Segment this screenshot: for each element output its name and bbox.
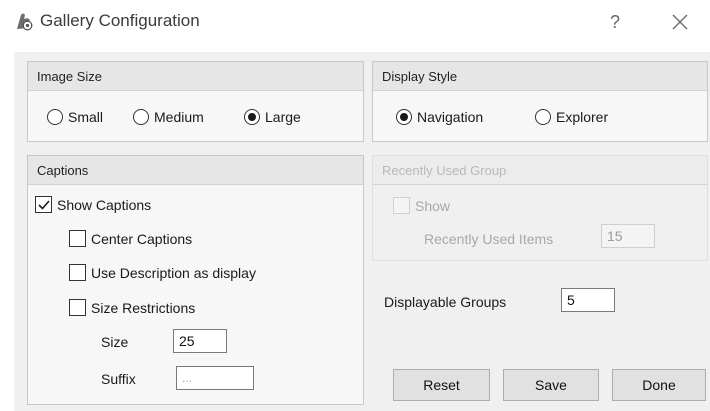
radio-navigation-label: Navigation bbox=[417, 109, 484, 125]
center-captions-label: Center Captions bbox=[91, 230, 193, 247]
center-captions-box[interactable] bbox=[69, 230, 86, 247]
checkmark-icon bbox=[37, 199, 50, 210]
suffix-label: Suffix bbox=[101, 371, 136, 387]
use-description-label: Use Description as display bbox=[91, 264, 256, 281]
radio-navigation-circle[interactable] bbox=[396, 109, 412, 125]
save-button[interactable]: Save bbox=[503, 369, 599, 401]
gallery-config-icon bbox=[17, 13, 33, 31]
done-button[interactable]: Done bbox=[612, 369, 706, 401]
radio-medium-label: Medium bbox=[154, 109, 204, 125]
image-size-header: Image Size bbox=[28, 62, 363, 91]
size-input[interactable]: 25 bbox=[173, 329, 227, 353]
reset-button[interactable]: Reset bbox=[393, 369, 490, 401]
close-icon[interactable] bbox=[668, 10, 692, 34]
recent-items-input[interactable]: 15 bbox=[601, 224, 655, 248]
window-title: Gallery Configuration bbox=[40, 11, 200, 30]
radio-small-label: Small bbox=[68, 109, 104, 125]
show-recent-checkbox[interactable]: Show bbox=[393, 197, 450, 214]
recently-used-header: Recently Used Group bbox=[373, 156, 707, 185]
radio-navigation[interactable]: Navigation bbox=[396, 109, 483, 125]
radio-explorer[interactable]: Explorer bbox=[535, 109, 608, 125]
radio-medium-circle[interactable] bbox=[133, 109, 149, 125]
displayable-groups-input[interactable]: 5 bbox=[561, 288, 615, 312]
show-captions-box[interactable] bbox=[35, 196, 52, 213]
radio-medium[interactable]: Medium bbox=[133, 109, 204, 125]
display-style-group: Display Style Navigation Explorer bbox=[372, 61, 708, 142]
captions-header: Captions bbox=[28, 156, 363, 185]
show-recent-box[interactable] bbox=[393, 197, 410, 214]
use-description-box[interactable] bbox=[69, 264, 86, 281]
radio-small[interactable]: Small bbox=[47, 109, 103, 125]
radio-large-circle[interactable] bbox=[244, 109, 260, 125]
recent-items-label: Recently Used Items bbox=[424, 231, 554, 247]
suffix-input[interactable]: ... bbox=[176, 366, 254, 390]
size-restrictions-checkbox[interactable]: Size Restrictions bbox=[69, 299, 195, 316]
help-button[interactable]: ? bbox=[604, 9, 626, 35]
displayable-groups-label: Displayable Groups bbox=[384, 294, 507, 310]
radio-large[interactable]: Large bbox=[244, 109, 301, 125]
radio-explorer-label: Explorer bbox=[556, 109, 609, 125]
display-style-header: Display Style bbox=[373, 62, 707, 91]
show-recent-label: Show bbox=[415, 197, 451, 214]
show-captions-label: Show Captions bbox=[57, 196, 152, 213]
radio-explorer-circle[interactable] bbox=[535, 109, 551, 125]
show-captions-checkbox[interactable]: Show Captions bbox=[35, 196, 151, 213]
size-label: Size bbox=[101, 334, 129, 350]
radio-small-circle[interactable] bbox=[47, 109, 63, 125]
center-captions-checkbox[interactable]: Center Captions bbox=[69, 230, 192, 247]
radio-large-label: Large bbox=[265, 109, 301, 125]
size-restrictions-box[interactable] bbox=[69, 299, 86, 316]
size-restrictions-label: Size Restrictions bbox=[91, 299, 196, 316]
use-description-checkbox[interactable]: Use Description as display bbox=[69, 264, 256, 281]
image-size-group: Image Size Small Medium Large bbox=[27, 61, 364, 142]
